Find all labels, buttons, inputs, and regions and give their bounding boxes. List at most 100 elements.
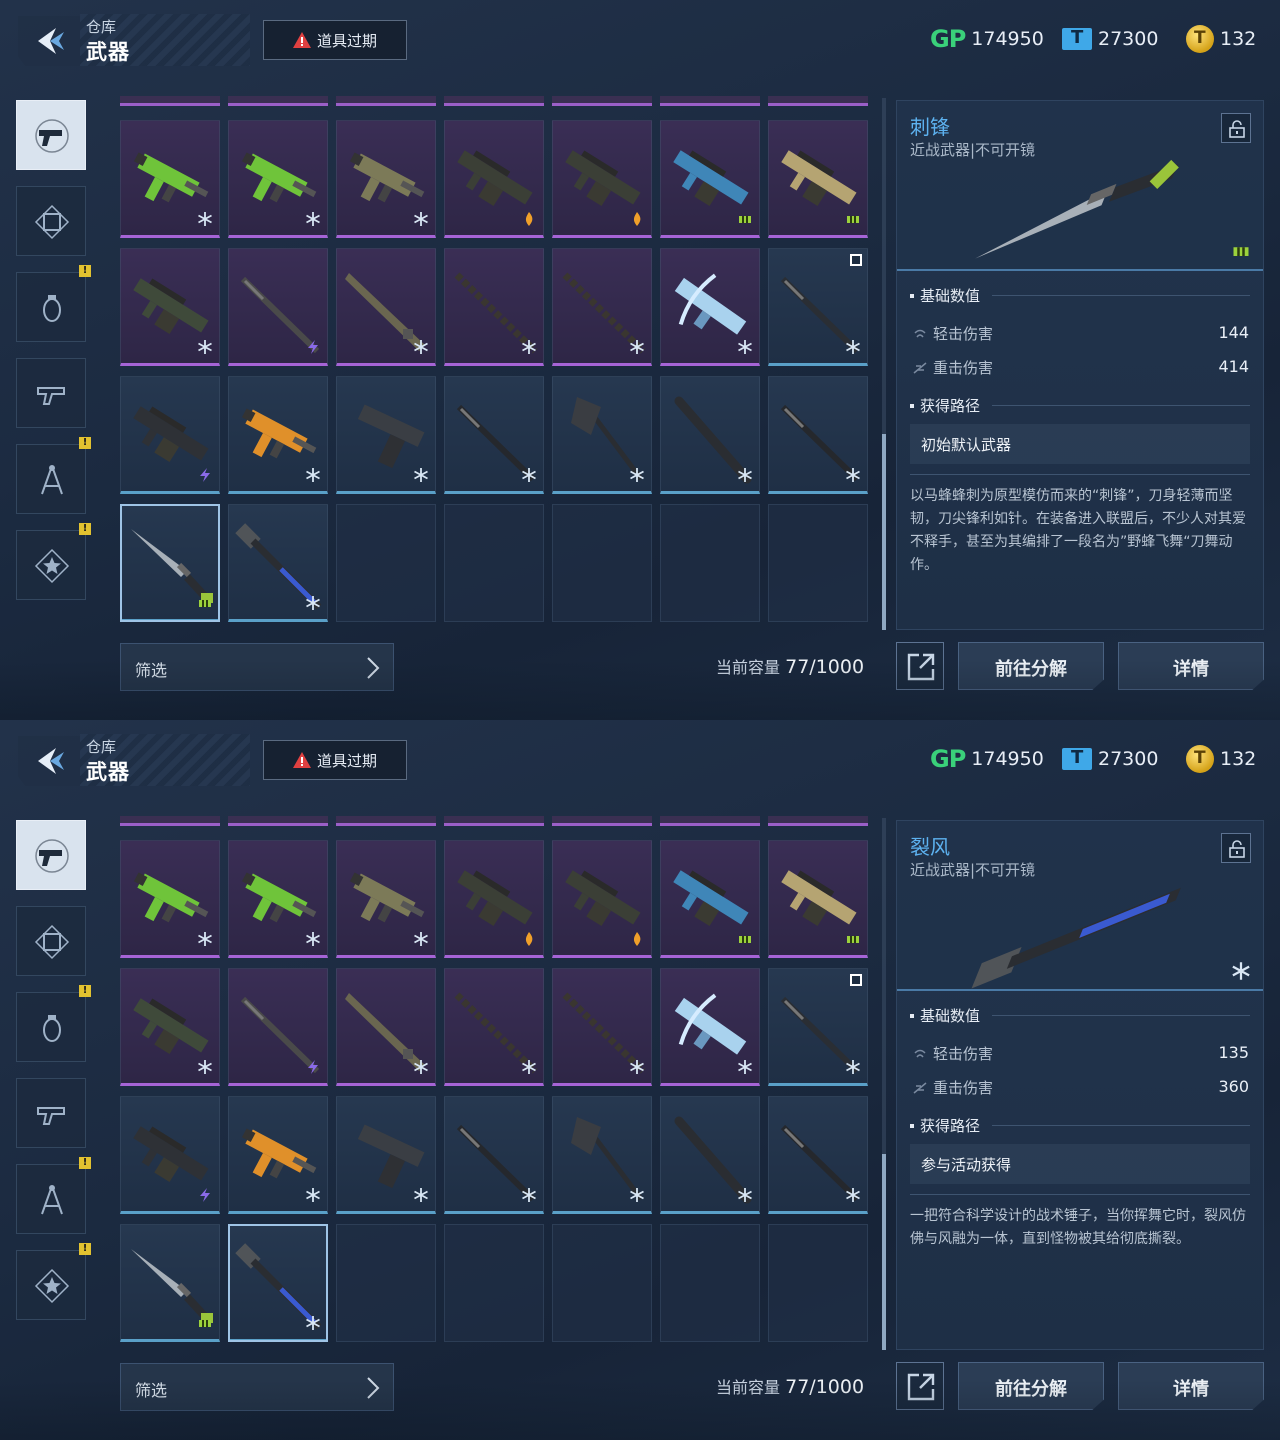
share-button[interactable] — [896, 1362, 944, 1410]
weapon-slot[interactable] — [552, 840, 652, 958]
snowflake-icon — [305, 595, 321, 611]
category-compass[interactable]: ! — [16, 437, 91, 514]
snowflake-icon — [197, 339, 213, 355]
alert-badge: ! — [79, 985, 91, 997]
grid-cell-partial[interactable] — [552, 816, 652, 826]
snowflake-icon — [305, 211, 321, 227]
filter-button[interactable]: 筛选 — [120, 643, 394, 691]
weapon-slot[interactable] — [228, 504, 328, 622]
back-button[interactable] — [18, 736, 80, 786]
category-compass[interactable]: ! — [16, 1157, 91, 1234]
weapon-slot[interactable] — [660, 120, 760, 238]
category-grenade[interactable]: ! — [16, 985, 91, 1062]
decompose-button[interactable]: 前往分解 — [958, 642, 1104, 690]
filter-button[interactable]: 筛选 — [120, 1363, 394, 1411]
lock-toggle[interactable] — [1221, 113, 1251, 143]
weapon-slot[interactable] — [120, 248, 220, 366]
grid-scroll-thumb[interactable] — [882, 434, 886, 630]
stat-row-heavy: 重击伤害 360 — [913, 1077, 1249, 1099]
weapon-slot[interactable] — [444, 1096, 544, 1214]
weapon-slot[interactable] — [660, 840, 760, 958]
category-star-badge[interactable]: ! — [16, 523, 91, 600]
weapon-slot[interactable] — [336, 120, 436, 238]
weapon-slot[interactable] — [336, 248, 436, 366]
item-expired-button[interactable]: 道具过期 — [263, 740, 407, 780]
grid-cell-partial[interactable] — [336, 96, 436, 106]
weapon-slot[interactable] — [444, 968, 544, 1086]
weapon-slot[interactable] — [228, 376, 328, 494]
weapon-slot[interactable] — [336, 968, 436, 1086]
grid-cell-partial[interactable] — [768, 816, 868, 826]
gp-amount: 174950 — [971, 28, 1044, 50]
title-block: 仓库 武器 — [80, 734, 250, 786]
grid-cell-partial[interactable] — [660, 96, 760, 106]
category-gear-gun[interactable] — [16, 1078, 86, 1148]
weapon-slot[interactable] — [120, 504, 220, 622]
coin-amount: 132 — [1220, 28, 1257, 50]
details-button[interactable]: 详情 — [1118, 1362, 1264, 1410]
weapon-slot[interactable] — [768, 968, 868, 1086]
weapon-slot[interactable] — [768, 376, 868, 494]
grid-cell-partial[interactable] — [120, 816, 220, 826]
weapon-slot[interactable] — [228, 840, 328, 958]
grid-scroll-thumb[interactable] — [882, 1154, 886, 1350]
weapon-slot[interactable] — [120, 120, 220, 238]
weapon-slot[interactable] — [228, 248, 328, 366]
weapon-slot[interactable] — [228, 968, 328, 1086]
weapon-slot[interactable] — [660, 1096, 760, 1214]
weapon-slot[interactable] — [552, 376, 652, 494]
weapon-slot[interactable] — [660, 376, 760, 494]
weapon-slot[interactable] — [552, 1096, 652, 1214]
weapon-slot[interactable] — [660, 248, 760, 366]
weapon-slot[interactable] — [336, 840, 436, 958]
category-frame[interactable] — [16, 906, 86, 976]
category-pistol[interactable] — [16, 820, 86, 890]
stat-label: 轻击伤害 — [933, 1045, 994, 1063]
weapon-slot[interactable] — [120, 968, 220, 1086]
weapon-slot[interactable] — [120, 1224, 220, 1342]
weapon-slot[interactable] — [444, 248, 544, 366]
weapon-slot[interactable] — [768, 248, 868, 366]
weapon-slot[interactable] — [120, 376, 220, 494]
weapon-slot[interactable] — [768, 1096, 868, 1214]
details-button[interactable]: 详情 — [1118, 642, 1264, 690]
weapon-slot[interactable] — [444, 840, 544, 958]
weapon-slot[interactable] — [444, 120, 544, 238]
item-expired-button[interactable]: 道具过期 — [263, 20, 407, 60]
weapon-slot[interactable] — [120, 1096, 220, 1214]
lock-toggle[interactable] — [1221, 833, 1251, 863]
grid-cell-partial[interactable] — [768, 96, 868, 106]
grid-cell-partial[interactable] — [444, 816, 544, 826]
share-button[interactable] — [896, 642, 944, 690]
grid-cell-partial[interactable] — [228, 816, 328, 826]
weapon-slot[interactable] — [552, 248, 652, 366]
weapon-slot[interactable] — [336, 376, 436, 494]
section-label: 仓库 — [86, 18, 117, 36]
grid-cell-partial[interactable] — [336, 816, 436, 826]
weapon-slot[interactable] — [552, 120, 652, 238]
decompose-button[interactable]: 前往分解 — [958, 1362, 1104, 1410]
weapon-slot[interactable] — [768, 120, 868, 238]
category-pistol[interactable] — [16, 100, 86, 170]
grid-cell-partial[interactable] — [552, 96, 652, 106]
category-gear-gun[interactable] — [16, 358, 86, 428]
weapon-slot[interactable] — [228, 120, 328, 238]
grid-cell-partial[interactable] — [228, 96, 328, 106]
weapon-slot[interactable] — [660, 968, 760, 1086]
snowflake-icon — [629, 1187, 645, 1203]
grid-cell-partial[interactable] — [660, 816, 760, 826]
weapon-slot[interactable] — [444, 376, 544, 494]
weapon-slot[interactable] — [768, 840, 868, 958]
category-star-badge[interactable]: ! — [16, 1243, 91, 1320]
grid-scrolled-row — [120, 96, 870, 108]
weapon-slot[interactable] — [336, 1096, 436, 1214]
weapon-slot[interactable] — [120, 840, 220, 958]
category-grenade[interactable]: ! — [16, 265, 91, 342]
grid-cell-partial[interactable] — [120, 96, 220, 106]
weapon-slot[interactable] — [228, 1096, 328, 1214]
weapon-slot[interactable] — [552, 968, 652, 1086]
category-frame[interactable] — [16, 186, 86, 256]
weapon-slot[interactable] — [228, 1224, 328, 1342]
grid-cell-partial[interactable] — [444, 96, 544, 106]
back-button[interactable] — [18, 16, 80, 66]
